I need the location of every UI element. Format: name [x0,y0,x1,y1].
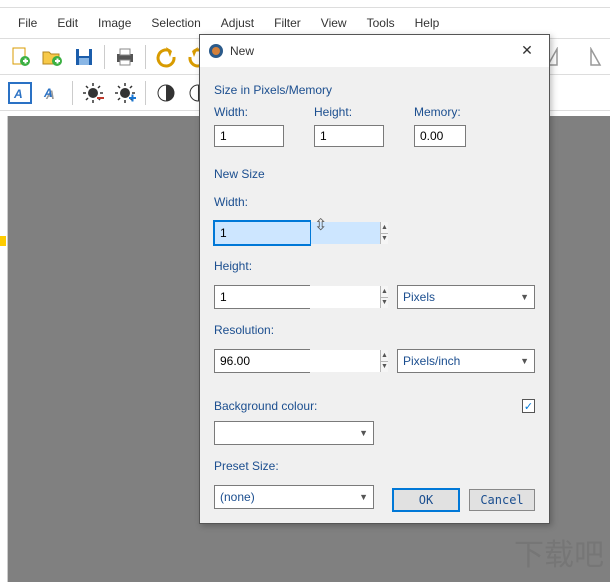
flip-v-icon[interactable] [576,43,604,71]
cancel-button[interactable]: Cancel [469,489,535,511]
app-icon [208,43,224,59]
brightness-up-icon[interactable] [111,79,139,107]
undo-icon[interactable] [152,43,180,71]
preset-label: Preset Size: [214,459,535,473]
spin-down-icon[interactable]: ▼ [381,298,388,309]
new-image-dialog: New ✕ Size in Pixels/Memory Width: Heigh… [199,34,550,524]
chevron-down-icon: ▼ [520,356,529,366]
close-icon[interactable]: ✕ [513,41,541,61]
chevron-down-icon: ▼ [520,292,529,302]
preset-select[interactable]: (none)▼ [214,485,374,509]
spin-down-icon[interactable]: ▼ [381,362,388,373]
ns-height-input[interactable] [215,286,380,308]
resolution-spinner[interactable]: ▲▼ [214,349,310,373]
menu-adjust[interactable]: Adjust [211,12,264,34]
link-icon[interactable]: ⇳ [314,215,327,235]
watermark-text: 下载吧 [514,530,604,574]
left-gutter [0,116,8,582]
bgcolor-label: Background colour: [214,399,510,413]
resolution-unit-select[interactable]: Pixels/inch▼ [397,349,535,373]
height-readonly-input[interactable] [314,125,384,147]
tab-handle[interactable] [0,236,6,246]
contrast-half-icon[interactable] [152,79,180,107]
menu-filter[interactable]: Filter [264,12,311,34]
menu-tools[interactable]: Tools [357,12,405,34]
memory-readonly-input[interactable] [414,125,466,147]
memory-label: Memory: [414,105,466,119]
save-icon[interactable] [70,43,98,71]
ns-height-label: Height: [214,259,535,273]
menu-edit[interactable]: Edit [47,12,88,34]
width-label: Width: [214,105,284,119]
menu-help[interactable]: Help [405,12,450,34]
ns-height-spinner[interactable]: ▲▼ [214,285,310,309]
ok-button[interactable]: OK [393,489,459,511]
bgcolor-checkbox[interactable]: ✓ [522,399,535,413]
chevron-down-icon: ▼ [359,428,368,438]
svg-text:A: A [43,86,53,100]
resolution-input[interactable] [215,350,380,372]
ns-width-spinner[interactable]: ▲▼ [214,221,310,245]
section-size-memory: Size in Pixels/Memory [214,83,535,97]
spin-up-icon[interactable]: ▲ [381,350,388,362]
dialog-title: New [230,44,513,58]
unit-select[interactable]: Pixels▼ [397,285,535,309]
print-icon[interactable] [111,43,139,71]
chevron-down-icon: ▼ [359,492,368,502]
text-border-icon[interactable]: A [6,79,34,107]
menu-view[interactable]: View [311,12,357,34]
ns-width-label: Width: [214,195,535,209]
height-label: Height: [314,105,384,119]
svg-text:A: A [13,87,23,101]
section-new-size: New Size [214,167,535,181]
menu-selection[interactable]: Selection [141,12,210,34]
bgcolor-select[interactable]: ▼ [214,421,374,445]
open-folder-icon[interactable] [38,43,66,71]
dialog-titlebar[interactable]: New ✕ [200,35,549,67]
menu-file[interactable]: File [8,12,47,34]
width-readonly-input[interactable] [214,125,284,147]
spin-up-icon[interactable]: ▲ [381,286,388,298]
spin-down-icon[interactable]: ▼ [381,234,388,245]
brightness-down-icon[interactable] [79,79,107,107]
spin-up-icon[interactable]: ▲ [381,222,388,234]
resolution-label: Resolution: [214,323,535,337]
new-file-icon[interactable] [6,43,34,71]
menu-image[interactable]: Image [88,12,141,34]
ns-width-input[interactable] [215,222,380,244]
text-shadow-icon[interactable]: AA [38,79,66,107]
